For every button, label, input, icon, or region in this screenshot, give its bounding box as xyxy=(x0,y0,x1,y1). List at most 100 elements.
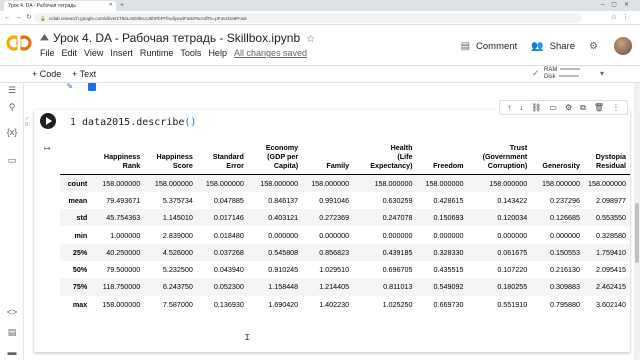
table-cell: 0.549092 xyxy=(433,282,464,292)
code-snippets-icon[interactable]: <> xyxy=(6,307,18,317)
row-label: min xyxy=(74,230,88,240)
header-line: Health xyxy=(390,143,413,152)
command-palette-icon[interactable]: ▤ xyxy=(6,327,18,338)
delete-icon[interactable]: 🗑 xyxy=(594,103,604,112)
menu-runtime[interactable]: Runtime xyxy=(140,48,174,58)
colab-logo[interactable] xyxy=(6,34,32,52)
share-button[interactable]: 👥 Share xyxy=(531,41,575,52)
move-down-icon[interactable]: ↓ xyxy=(519,103,523,112)
menu-bar: File Edit View Insert Runtime Tools Help All ch… xyxy=(40,48,314,58)
runtime-dropdown-icon[interactable]: ▾ xyxy=(600,69,604,78)
gear-icon[interactable]: ⚙ xyxy=(565,103,572,112)
header-line: Rank xyxy=(122,161,141,170)
ram-disk-indicator[interactable]: ✓ RAM Disk xyxy=(532,67,581,81)
table-cell: 0.696705 xyxy=(382,265,413,275)
comment-button[interactable]: ▤ Comment xyxy=(461,41,518,52)
table-cell: 2.462415 xyxy=(596,282,626,292)
table-row: count 158.000000 158.000000 158.000000 158.0… xyxy=(60,174,630,192)
output-icon[interactable]: ↦ xyxy=(44,144,51,153)
table-cell: 7.587000 xyxy=(162,299,193,309)
ram-meter xyxy=(560,68,581,71)
colab-page: Урок 4. DA - Рабочая тетрадь ✕ + –▢✕ ←→↻… xyxy=(0,0,640,360)
bar-chart-icon[interactable] xyxy=(86,81,98,92)
row-label: 75% xyxy=(72,282,88,292)
add-code-button[interactable]: + Code xyxy=(32,69,61,79)
variables-icon[interactable]: {x} xyxy=(6,127,18,137)
nav-buttons[interactable]: ←→↻ xyxy=(4,13,36,23)
table-cell: 0.551910 xyxy=(497,299,528,309)
column-header: Family xyxy=(302,143,353,175)
table-cell: 0.216130 xyxy=(549,265,580,275)
new-tab-icon[interactable]: + xyxy=(120,1,124,10)
table-cell: 0.061675 xyxy=(497,247,528,257)
menu-tools[interactable]: Tools xyxy=(180,48,201,58)
search-icon[interactable]: ⚲ xyxy=(6,102,18,113)
toc-icon[interactable]: ☰ xyxy=(6,85,18,96)
table-cell: 158.000000 xyxy=(374,178,413,188)
comment-icon[interactable]: ▭ xyxy=(549,103,557,112)
share-people-icon: 👥 xyxy=(531,40,544,52)
connected-check-icon: ✓ xyxy=(532,68,540,78)
column-header: Economy (GDP per Capita) xyxy=(248,143,302,175)
avatar[interactable] xyxy=(614,37,632,55)
terminal-icon[interactable]: ▬ xyxy=(6,347,18,357)
menu-edit[interactable]: Edit xyxy=(62,48,78,58)
scrollbar-thumb[interactable] xyxy=(635,203,639,263)
settings-button[interactable]: ⚙ xyxy=(589,41,604,52)
doc-title-text[interactable]: Урок 4. DA - Рабочая тетрадь - Skillbox.… xyxy=(53,31,300,45)
lock-icon: 🔒 xyxy=(40,15,46,21)
table-cell: 0.000000 xyxy=(319,230,350,240)
table-cell: 2.095415 xyxy=(596,265,626,275)
table-cell: 1.759410 xyxy=(596,247,626,257)
url-input[interactable]: 🔒 colab.research.google.com/drive/1T8eLmE… xyxy=(34,13,582,23)
header-line: Residual xyxy=(596,161,626,170)
menu-view[interactable]: View xyxy=(84,48,103,58)
describe-table: Happiness Rank Happiness Score Standard Err… xyxy=(60,143,630,313)
disk-label: Disk xyxy=(544,74,556,80)
add-text-button[interactable]: + Text xyxy=(72,69,96,79)
browser-tab[interactable]: Урок 4. DA - Рабочая тетрадь ✕ xyxy=(4,1,116,11)
files-icon[interactable]: ▭ xyxy=(6,155,18,166)
header-line: Expectancy) xyxy=(370,161,413,170)
table-body: count 158.000000 158.000000 158.000000 158.0… xyxy=(60,174,630,313)
header-line: (Life xyxy=(397,152,413,161)
table-cell: 158.000000 xyxy=(541,178,580,188)
table-cell: 0.237296 xyxy=(549,195,580,205)
save-status[interactable]: All changes saved xyxy=(234,48,307,58)
table-row: max 158.000000 7.587000 0.136930 1.690420 1.4… xyxy=(60,296,630,313)
table-cell: 40.250000 xyxy=(106,247,141,257)
table-cell: 0.309883 xyxy=(549,282,580,292)
table-row: mean 79.493671 5.375734 0.047885 0.846137 0.9… xyxy=(60,192,630,209)
link-icon[interactable]: ⛓ xyxy=(531,103,541,112)
comment-icon: ▤ xyxy=(460,40,471,52)
menu-help[interactable]: Help xyxy=(208,48,227,58)
more-options-icon[interactable]: ⋮ xyxy=(612,103,620,112)
header-line: Economy xyxy=(265,143,299,152)
menu-file[interactable]: File xyxy=(40,48,55,58)
left-sidebar: ☰ ⚲ {x} ▭ <> ▤ ▬ xyxy=(0,83,24,360)
table-cell: 0.630259 xyxy=(382,195,413,205)
gear-icon: ⚙ xyxy=(589,40,598,52)
move-up-icon[interactable]: ↑ xyxy=(507,103,511,112)
close-icon[interactable]: ✕ xyxy=(109,2,113,8)
run-cell-button[interactable] xyxy=(40,113,56,129)
star-icon[interactable]: ☆ xyxy=(306,34,315,45)
window-controls[interactable]: –▢✕ xyxy=(601,0,636,11)
column-header: Happiness Rank xyxy=(93,143,144,175)
table-cell: 0.811013 xyxy=(383,282,413,292)
browser-actions[interactable]: ☆⋮ xyxy=(611,13,634,23)
code-cell[interactable]: ✓ 0 1 data2015.describe() ↑ ↓ ⛓ ▭ ⚙ ⧉ 🗑 ⋮ … xyxy=(25,100,630,352)
column-header: Health (Life Expectancy) xyxy=(353,143,416,175)
table-cell: 0.435515 xyxy=(433,265,464,275)
document-title[interactable]: Урок 4. DA - Рабочая тетрадь - Skillbox.… xyxy=(40,31,315,45)
notebook-scrollbar[interactable] xyxy=(634,83,640,360)
magic-wand-icon[interactable]: ✎ xyxy=(64,81,76,92)
mirror-cell-icon[interactable]: ⧉ xyxy=(580,103,586,113)
table-cell: 0.180255 xyxy=(497,282,528,292)
menu-insert[interactable]: Insert xyxy=(110,48,133,58)
table-cell: 1.690420 xyxy=(268,299,299,309)
table-cell: 79.493671 xyxy=(106,195,141,205)
header-line: Freedom xyxy=(433,161,464,170)
comment-label: Comment xyxy=(476,40,518,52)
code-editor[interactable]: 1 data2015.describe() xyxy=(70,117,196,128)
